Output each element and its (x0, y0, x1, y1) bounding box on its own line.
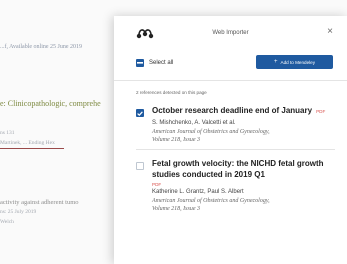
background-text-line: ns: 25 July 2019 (0, 209, 37, 215)
close-icon[interactable]: × (327, 27, 333, 37)
web-importer-panel: Web Importer × Select all + Add to Mende… (114, 16, 347, 264)
pdf-tag: PDF (152, 182, 162, 187)
reference-title[interactable]: October research deadline end of January… (152, 106, 337, 118)
reference-checkbox-unchecked[interactable] (136, 162, 144, 170)
importer-toolbar: Select all + Add to Mendeley (114, 54, 347, 76)
add-button-label: Add to Mendeley (280, 59, 315, 65)
background-article-title[interactable]: e: Clinicopathologic, comprehe (0, 99, 101, 108)
background-text-line: ...f, Available online 25 June 2019 (0, 44, 83, 50)
background-text-line: Welch (0, 219, 14, 225)
divider (136, 149, 335, 150)
reference-title[interactable]: Fetal growth velocity: the NICHD fetal g… (152, 159, 337, 180)
reference-journal: American Journal of Obstetrics and Gynec… (152, 128, 270, 143)
reference-journal: American Journal of Obstetrics and Gynec… (152, 198, 270, 212)
select-all-checkbox[interactable]: Select all (136, 59, 173, 67)
reference-authors: Katherine L. Grantz, Paul S. Albert (152, 189, 244, 195)
select-all-label: Select all (149, 60, 174, 66)
panel-title: Web Importer (212, 30, 249, 36)
add-to-mendeley-button[interactable]: + Add to Mendeley (256, 55, 333, 69)
reference-checkbox-checked[interactable] (136, 109, 144, 117)
panel-header: Web Importer × (114, 16, 347, 50)
background-text-line: ns 131 (0, 130, 15, 136)
background-article-title[interactable]: activity against adherent tumo (0, 199, 79, 206)
pdf-tag: PDF (316, 109, 326, 114)
reference-count-text: 2 references detected on this page (136, 90, 207, 95)
divider (114, 80, 347, 81)
reference-details: October research deadline end of January… (152, 106, 337, 144)
background-divider (0, 148, 64, 149)
reference-item[interactable]: Fetal growth velocity: the NICHD fetal g… (114, 159, 347, 259)
reference-authors: S. Mishchenko, A. Valcetti et al. (152, 119, 236, 126)
plus-icon: + (274, 59, 278, 65)
reference-details: Fetal growth velocity: the NICHD fetal g… (152, 159, 337, 213)
select-all-check-icon (136, 59, 144, 67)
background-text-line: Martinek, ... Ending Hex (0, 140, 55, 146)
